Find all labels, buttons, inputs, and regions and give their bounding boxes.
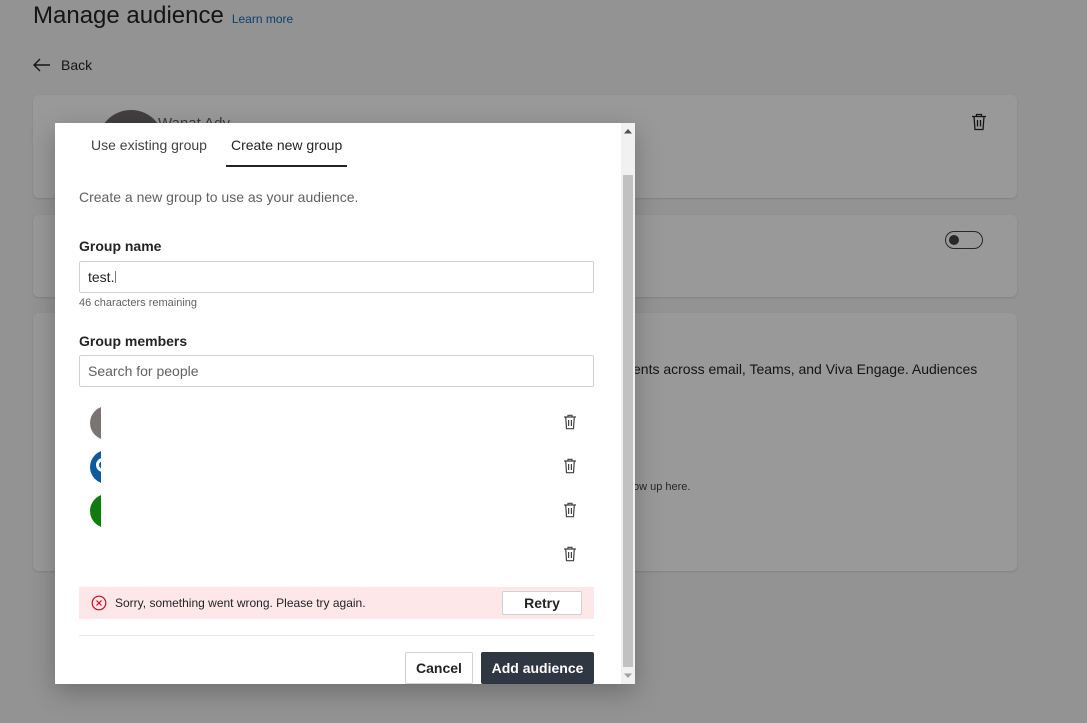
remove-member-icon[interactable] [563,458,577,479]
dialog-description: Create a new group to use as your audien… [79,189,359,205]
group-tabs: Use existing group Create new group [79,123,354,167]
error-message-bar: Sorry, something went wrong. Please try … [79,587,594,619]
search-placeholder: Search for people [88,363,199,379]
remove-member-icon[interactable] [563,502,577,523]
member-name [101,447,541,487]
member-row [79,447,594,487]
tab-use-existing-group[interactable]: Use existing group [79,123,219,167]
error-circle-icon [91,595,107,611]
tab-create-new-group[interactable]: Create new group [219,123,354,167]
group-name-label: Group name [79,238,162,254]
scroll-down-arrow-icon[interactable] [621,668,635,684]
add-audience-dialog: Use existing group Create new group Crea… [55,123,635,684]
member-name [101,403,541,443]
remove-member-icon[interactable] [563,414,577,435]
member-row [79,403,594,443]
member-row [79,535,594,575]
group-name-field[interactable]: test. [79,261,594,293]
scroll-up-arrow-icon[interactable] [621,123,635,139]
error-message-text: Sorry, something went wrong. Please try … [115,596,366,610]
add-audience-button[interactable]: Add audience [481,652,594,684]
retry-button[interactable]: Retry [502,591,582,615]
cancel-button[interactable]: Cancel [405,652,473,684]
member-row [79,491,594,531]
scrollbar-thumb[interactable] [623,175,633,667]
people-search-input[interactable]: Search for people [79,355,594,387]
member-name [101,491,541,531]
remove-member-icon[interactable] [563,546,577,567]
dialog-scrollbar[interactable] [621,123,635,684]
characters-remaining: 46 characters remaining [79,297,198,309]
footer-divider [79,635,594,636]
group-members-label: Group members [79,333,188,349]
text-caret [115,271,117,283]
group-name-value: test. [88,269,115,285]
